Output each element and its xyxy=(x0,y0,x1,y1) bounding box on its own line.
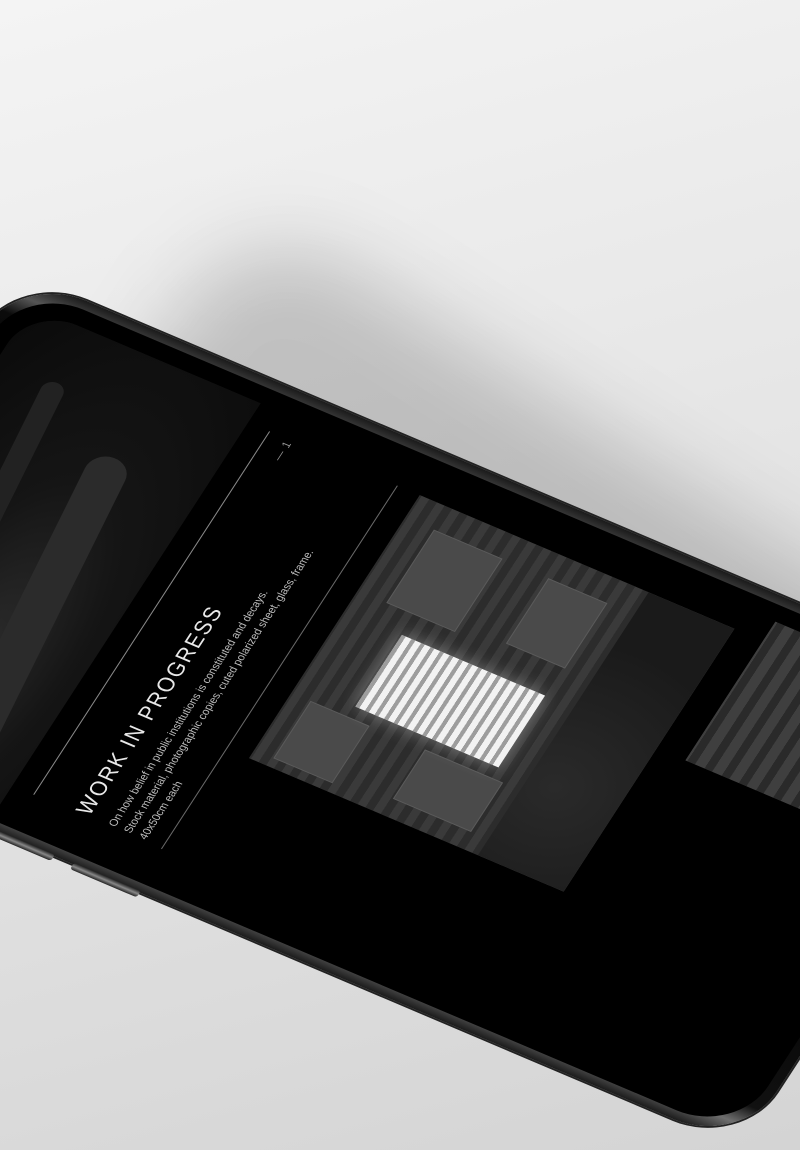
highlighted-building xyxy=(355,634,545,768)
building-block xyxy=(386,529,503,633)
page-counter: — 1 xyxy=(271,439,295,463)
building-block xyxy=(273,700,370,784)
mockup-scene: — 1 WORK IN PROGRESS On how belief in pu… xyxy=(0,0,800,1150)
building-block xyxy=(505,578,608,669)
